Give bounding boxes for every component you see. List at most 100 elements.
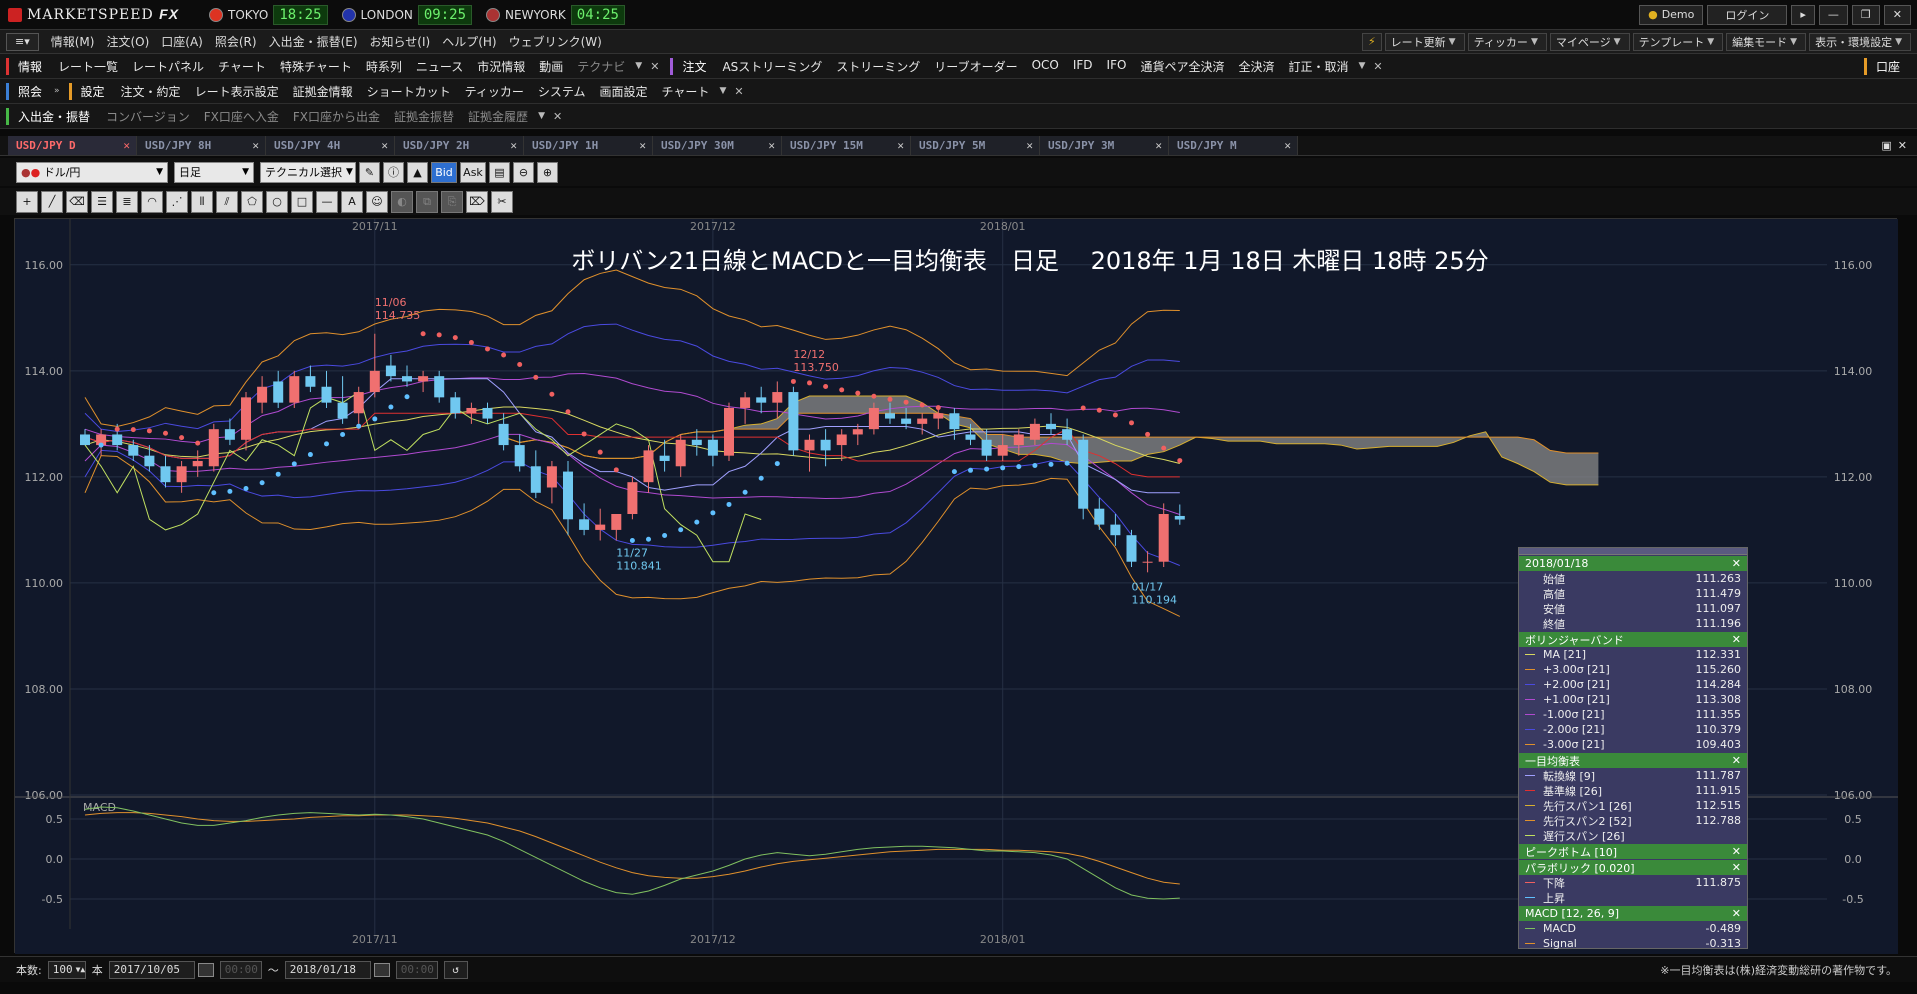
toolbar-close-icon[interactable]: ✕ bbox=[548, 110, 567, 123]
toolbar-item[interactable]: 注文・約定 bbox=[114, 83, 188, 100]
pentagon-icon[interactable]: ⬠ bbox=[241, 190, 263, 213]
legend-close-icon[interactable]: ✕ bbox=[1732, 861, 1741, 874]
tab-close-icon[interactable]: ✕ bbox=[639, 139, 646, 152]
chart-style-icon[interactable]: ▲ bbox=[407, 161, 428, 183]
tab-close-icon[interactable]: ✕ bbox=[252, 139, 259, 152]
toolbar-item[interactable]: ショートカット bbox=[360, 83, 458, 100]
fan-icon[interactable]: ⋰ bbox=[166, 190, 188, 213]
toolbar-item[interactable]: 証拠金情報 bbox=[286, 83, 360, 100]
menu-item[interactable]: 口座(A) bbox=[155, 33, 209, 50]
fibonacci-icon[interactable]: ≣ bbox=[116, 190, 138, 213]
chart-close-icon[interactable]: ✕ bbox=[1898, 139, 1907, 152]
login-button[interactable]: ログイン bbox=[1707, 4, 1788, 25]
toolbar-item[interactable]: IFO bbox=[1100, 58, 1134, 75]
text-icon[interactable]: A bbox=[341, 190, 363, 213]
circle-icon[interactable]: ○ bbox=[266, 190, 288, 213]
delete-drawing-icon[interactable]: ⌦ bbox=[466, 190, 488, 213]
legend-close-icon[interactable]: ✕ bbox=[1732, 907, 1741, 920]
line-icon[interactable]: — bbox=[316, 190, 338, 213]
demo-button[interactable]: ● Demo bbox=[1639, 4, 1704, 25]
tab-close-icon[interactable]: ✕ bbox=[123, 139, 130, 152]
toolbar-item[interactable]: システム bbox=[531, 83, 593, 100]
calendar-icon[interactable] bbox=[197, 962, 214, 977]
toolbar-item[interactable]: 通貨ペア全決済 bbox=[1133, 58, 1231, 75]
hline-icon[interactable]: ☰ bbox=[91, 190, 113, 213]
menu-right-item[interactable]: レート更新 ▼ bbox=[1384, 32, 1465, 51]
zoom-out-icon[interactable]: ⊖ bbox=[513, 161, 534, 183]
chart-tab[interactable]: USD/JPY 4H ✕ bbox=[266, 136, 395, 155]
screenshot-icon[interactable]: ▤ bbox=[489, 161, 510, 183]
channel-icon[interactable]: ⫽ bbox=[216, 190, 238, 213]
toolbar-item[interactable]: FX口座へ入金 bbox=[197, 108, 286, 125]
restore-icon[interactable]: ❐ bbox=[1851, 4, 1880, 25]
menu-right-item[interactable]: 編集モード ▼ bbox=[1726, 32, 1807, 51]
menu-item[interactable]: 照会(R) bbox=[209, 33, 263, 50]
lightning-icon[interactable]: ⚡ bbox=[1361, 32, 1382, 51]
toolbar-item[interactable]: リーブオーダー bbox=[927, 58, 1024, 75]
delete-all-icon[interactable]: ✂ bbox=[491, 190, 513, 213]
pen-icon[interactable]: ✎ bbox=[359, 161, 380, 183]
menu-item[interactable]: ヘルプ(H) bbox=[436, 33, 502, 50]
technical-select[interactable]: テクニカル選択 ▼ bbox=[260, 161, 356, 183]
minimize-icon[interactable]: — bbox=[1818, 4, 1848, 25]
eraser-icon[interactable]: ⌫ bbox=[66, 190, 88, 213]
toolbar-item[interactable]: OCO bbox=[1025, 58, 1066, 75]
toolbar-item[interactable]: FX口座から出金 bbox=[286, 108, 387, 125]
toolbar-item[interactable]: 証拠金履歴 bbox=[461, 108, 535, 125]
tab-close-icon[interactable]: ✕ bbox=[1026, 139, 1033, 152]
chart-tab[interactable]: USD/JPY 3M ✕ bbox=[1040, 136, 1169, 155]
login-arrow-button[interactable]: ▸ bbox=[1791, 4, 1815, 25]
toolbar-close-icon[interactable]: ✕ bbox=[645, 60, 664, 73]
legend-close-icon[interactable]: ✕ bbox=[1732, 845, 1741, 858]
bid-button[interactable]: Bid bbox=[431, 161, 457, 183]
ask-button[interactable]: Ask bbox=[460, 161, 486, 183]
tab-close-icon[interactable]: ✕ bbox=[897, 139, 904, 152]
maximize-icon[interactable]: ▣ bbox=[1881, 139, 1891, 152]
menu-item[interactable]: 情報(M) bbox=[45, 33, 101, 50]
toolbar-dropdown-icon[interactable]: ▼ bbox=[716, 86, 729, 96]
legend-drag-handle[interactable] bbox=[1519, 548, 1747, 555]
toolbar-item[interactable]: チャート bbox=[655, 83, 717, 100]
toolbar-dropdown-icon[interactable]: ▼ bbox=[1355, 61, 1368, 71]
toolbar-head-info[interactable]: 情報 bbox=[6, 57, 51, 75]
toolbar-head-settings[interactable]: 設定 bbox=[68, 82, 114, 100]
toolbar-item[interactable]: 証拠金振替 bbox=[387, 108, 461, 125]
chart-tab[interactable]: USD/JPY 2H ✕ bbox=[395, 136, 524, 155]
arc-icon[interactable]: ◠ bbox=[141, 190, 163, 213]
toolbar-item[interactable]: ASストリーミング bbox=[715, 58, 829, 75]
toolbar-item[interactable]: レート一覧 bbox=[51, 58, 125, 75]
toolbar-item[interactable]: 訂正・取消 bbox=[1281, 58, 1355, 75]
tab-close-icon[interactable]: ✕ bbox=[1155, 139, 1162, 152]
toolbar-item[interactable]: 特殊チャート bbox=[273, 58, 359, 75]
toolbar-head-account[interactable]: 口座 bbox=[1863, 57, 1909, 75]
rectangle-icon[interactable]: □ bbox=[291, 190, 313, 213]
from-date-field[interactable]: 2017/10/05 bbox=[108, 960, 195, 979]
toolbar-item[interactable]: レート表示設定 bbox=[188, 83, 286, 100]
menu-item[interactable]: お知らせ(I) bbox=[364, 33, 437, 50]
calendar-icon[interactable] bbox=[373, 962, 390, 977]
toolbar-expand-icon[interactable]: » bbox=[51, 86, 63, 96]
chart-tab[interactable]: USD/JPY 1H ✕ bbox=[524, 136, 653, 155]
legend-close-icon[interactable]: ✕ bbox=[1732, 557, 1741, 570]
chart-tab[interactable]: USD/JPY 5M ✕ bbox=[911, 136, 1040, 155]
toolbar-item[interactable]: 動画 bbox=[532, 58, 570, 75]
toolbar-item[interactable]: IFD bbox=[1066, 58, 1100, 75]
tab-close-icon[interactable]: ✕ bbox=[1284, 139, 1291, 152]
chart-tab[interactable]: USD/JPY 15M ✕ bbox=[782, 136, 911, 155]
chart-tab[interactable]: USD/JPY D ✕ bbox=[8, 136, 137, 155]
toolbar-close-icon[interactable]: ✕ bbox=[1368, 60, 1387, 73]
tab-close-icon[interactable]: ✕ bbox=[510, 139, 517, 152]
hamburger-menu-icon[interactable]: ≡▾ bbox=[6, 32, 39, 51]
toolbar-item[interactable]: コンバージョン bbox=[99, 108, 197, 125]
toolbar-dropdown-icon[interactable]: ▼ bbox=[632, 61, 645, 71]
menu-right-item[interactable]: ティッカー ▼ bbox=[1467, 32, 1547, 51]
trendline-icon[interactable]: ╱ bbox=[41, 190, 63, 213]
menu-item[interactable]: 注文(O) bbox=[100, 33, 155, 50]
toolbar-item[interactable]: 時系列 bbox=[359, 58, 409, 75]
legend-close-icon[interactable]: ✕ bbox=[1732, 633, 1741, 646]
chart-tab[interactable]: USD/JPY 30M ✕ bbox=[653, 136, 782, 155]
toolbar-item[interactable]: 市況情報 bbox=[470, 58, 532, 75]
crosshair-icon[interactable]: + bbox=[16, 190, 38, 213]
menu-right-item[interactable]: マイページ ▼ bbox=[1549, 32, 1630, 51]
menu-item[interactable]: ウェブリンク(W) bbox=[503, 33, 608, 50]
